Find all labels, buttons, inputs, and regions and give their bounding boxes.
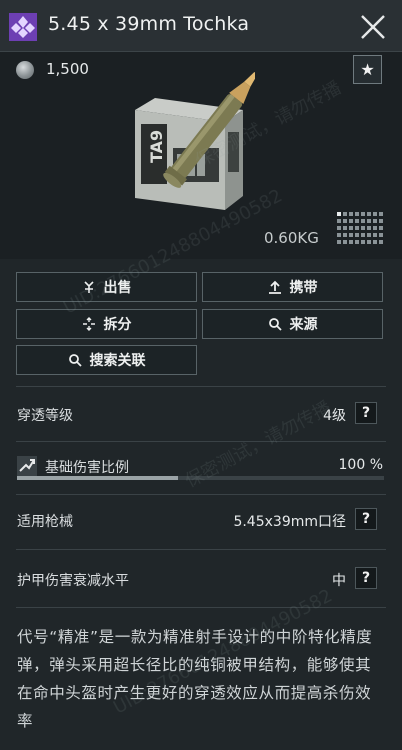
item-size-grid-icon xyxy=(337,212,383,244)
carry-button[interactable]: 携带 xyxy=(202,272,383,302)
favorite-star-button[interactable]: ★ xyxy=(353,55,382,84)
penetration-value: 4级 xyxy=(323,408,346,424)
penetration-label: 穿透等级 xyxy=(17,408,73,424)
item-description: 代号“精准”是一款为精准射手设计的中阶特化精度弹，弹头采用超长径比的纯铜被甲结构… xyxy=(17,628,373,730)
svg-text:TA9: TA9 xyxy=(147,130,166,163)
base-damage-bar xyxy=(17,476,384,480)
item-price: 1,500 xyxy=(46,60,89,78)
upload-icon xyxy=(268,280,281,294)
item-title: 5.45 x 39mm Tochka xyxy=(48,13,250,35)
armor-damage-label: 护甲伤害衰减水平 xyxy=(17,573,129,589)
carry-label: 携带 xyxy=(289,280,318,296)
search-related-label: 搜索关联 xyxy=(89,353,146,369)
disassemble-label: 拆分 xyxy=(103,317,132,333)
divider xyxy=(16,549,386,550)
base-damage-value: 100 % xyxy=(338,457,383,473)
ammo-item-image: TA9 xyxy=(135,71,255,210)
source-button[interactable]: 来源 xyxy=(202,309,383,339)
search-related-button[interactable]: 搜索关联 xyxy=(16,345,197,375)
close-icon[interactable] xyxy=(356,10,390,44)
armor-damage-help-button[interactable]: ? xyxy=(355,567,377,589)
compatible-weapons-label: 适用枪械 xyxy=(17,514,73,530)
search-icon xyxy=(268,318,282,331)
divider xyxy=(16,494,386,495)
currency-coin-icon xyxy=(16,61,34,79)
title-bar: 5.45 x 39mm Tochka xyxy=(0,0,402,52)
search-icon xyxy=(68,354,82,367)
source-label: 来源 xyxy=(289,317,318,333)
sell-button[interactable]: 出售 xyxy=(16,272,197,302)
sell-icon xyxy=(83,281,94,293)
base-damage-bar-fill xyxy=(17,476,179,480)
compatible-weapons-value: 5.45x39mm口径 xyxy=(233,514,346,530)
base-damage-label: 基础伤害比例 xyxy=(45,460,129,476)
item-weight: 0.60KG xyxy=(264,229,319,247)
disassemble-button[interactable]: 拆分 xyxy=(16,309,197,339)
penetration-help-button[interactable]: ? xyxy=(355,402,377,424)
armor-damage-value: 中 xyxy=(332,573,346,589)
damage-type-icon xyxy=(17,456,37,476)
divider xyxy=(16,441,386,442)
weapons-help-button[interactable]: ? xyxy=(355,508,377,530)
disassemble-icon xyxy=(82,317,95,331)
divider xyxy=(16,607,386,608)
rarity-diamond-icon xyxy=(9,13,37,41)
divider xyxy=(16,386,386,387)
sell-label: 出售 xyxy=(103,280,132,296)
